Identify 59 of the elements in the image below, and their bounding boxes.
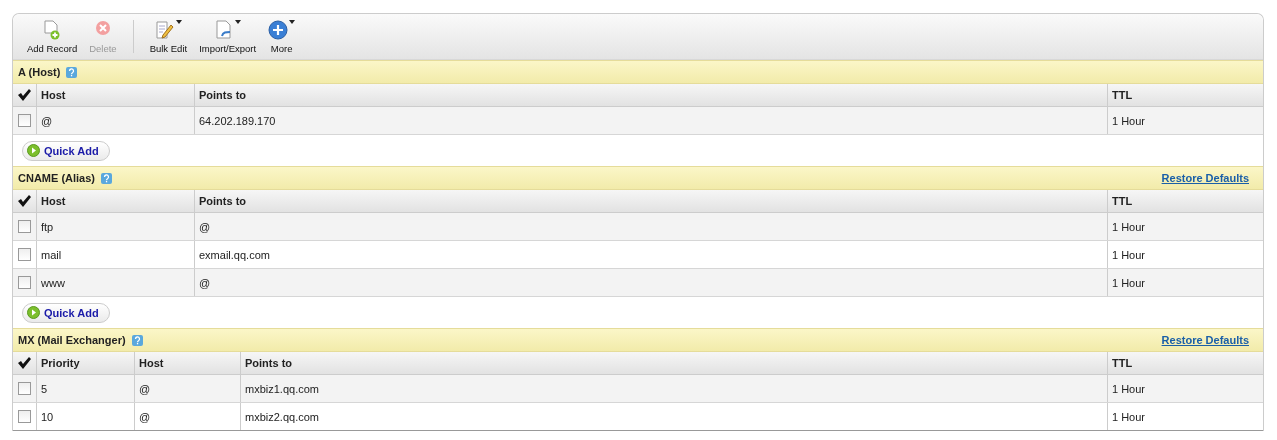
table-cell: 5 [37, 375, 135, 402]
help-icon[interactable] [101, 172, 112, 184]
pencil-document-icon [154, 20, 175, 40]
delete-icon [94, 20, 111, 36]
table-cell: 10 [37, 403, 135, 430]
toolbar-button[interactable]: Add Record [21, 14, 84, 59]
select-all-check-icon[interactable] [18, 357, 31, 369]
table-cell: ftp [37, 213, 195, 240]
table-cell: @ [195, 213, 1108, 240]
row-checkbox[interactable] [18, 276, 31, 289]
table-cell-text: 1 Hour [1111, 275, 1147, 291]
help-icon[interactable] [66, 66, 78, 78]
quick-add-button[interactable]: Quick Add [22, 140, 110, 161]
column-header: Host [37, 190, 195, 212]
restore-defaults-link[interactable]: Restore Defaults [1161, 172, 1249, 184]
table-cell-text: 1 Hour [1111, 409, 1147, 425]
row-checkbox[interactable] [18, 382, 31, 395]
select-all-check-icon[interactable] [18, 89, 31, 101]
plus-circle-icon [268, 20, 289, 40]
table-cell: mail [37, 241, 195, 268]
table-cell-text: 1 Hour [1111, 113, 1147, 129]
select-all-check-icon[interactable] [18, 195, 31, 207]
table-cell: 64.202.189.170 [195, 107, 1108, 134]
toolbar-button[interactable]: Bulk Edit [143, 14, 194, 59]
table-cell-text: 1 Hour [1111, 247, 1147, 263]
table-cell: @ [135, 403, 241, 430]
table-cell: exmail.qq.com [195, 241, 1108, 268]
table-cell: mxbiz2.qq.com [241, 403, 1108, 430]
restore-defaults-link[interactable]: Restore Defaults [1161, 334, 1249, 346]
play-circle-icon [27, 306, 40, 319]
section-title: MX (Mail Exchanger) [18, 334, 126, 346]
column-header: Priority [37, 352, 135, 374]
row-checkbox[interactable] [18, 410, 31, 423]
column-header: Host [37, 84, 195, 106]
help-icon[interactable] [131, 334, 143, 346]
play-circle-icon [27, 144, 40, 157]
table-cell: www [37, 269, 195, 296]
column-header: TTL [1111, 194, 1134, 209]
table-cell-text: 1 Hour [1111, 219, 1147, 235]
table-cell-text: 1 Hour [1111, 381, 1147, 397]
column-header: TTL [1111, 88, 1134, 103]
toolbar-button[interactable]: Import/Export [193, 14, 263, 59]
table-cell: @ [195, 269, 1108, 296]
quick-add-button[interactable]: Quick Add [22, 302, 110, 323]
table-cell: @ [37, 107, 195, 134]
column-header: Points to [195, 190, 1108, 212]
row-checkbox[interactable] [18, 114, 31, 127]
column-header: Host [135, 352, 241, 374]
column-header: Points to [241, 352, 1108, 374]
toolbar-button[interactable]: More [262, 14, 302, 59]
table-cell: mxbiz1.qq.com [241, 375, 1108, 402]
column-header: Points to [195, 84, 1108, 106]
section-title: A (Host) [18, 66, 61, 78]
section-title: CNAME (Alias) [18, 172, 95, 184]
column-header: TTL [1111, 356, 1134, 371]
row-checkbox[interactable] [18, 248, 31, 261]
row-checkbox[interactable] [18, 220, 31, 233]
table-cell: @ [135, 375, 241, 402]
add-document-icon [43, 20, 62, 40]
